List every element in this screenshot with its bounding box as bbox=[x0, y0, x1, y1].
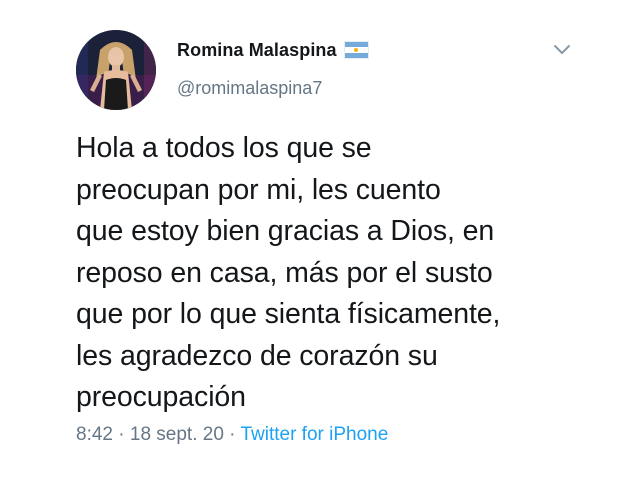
tweet-card: Romina Malaspina @romimalaspina7 Hola a … bbox=[0, 0, 642, 481]
profile-photo bbox=[76, 30, 156, 110]
tweet-source-link[interactable]: Twitter for iPhone bbox=[240, 424, 388, 445]
author-handle[interactable]: @romimalaspina7 bbox=[177, 78, 322, 99]
tweet-text: Hola a todos los que se preocupan por mi… bbox=[76, 132, 501, 413]
tweet-date[interactable]: 18 sept. 20 bbox=[130, 424, 224, 445]
author-display-name[interactable]: Romina Malaspina bbox=[177, 40, 337, 61]
tweet-time[interactable]: 8:42 bbox=[76, 424, 113, 445]
tweet-meta: 8:42 · 18 sept. 20 · Twitter for iPhone bbox=[76, 424, 388, 446]
author-name-row[interactable]: Romina Malaspina bbox=[177, 38, 369, 62]
meta-separator: · bbox=[112, 424, 130, 445]
avatar[interactable] bbox=[76, 30, 156, 110]
argentina-flag-icon bbox=[343, 41, 369, 59]
chevron-down-icon[interactable] bbox=[553, 43, 571, 57]
meta-separator: · bbox=[223, 424, 241, 445]
